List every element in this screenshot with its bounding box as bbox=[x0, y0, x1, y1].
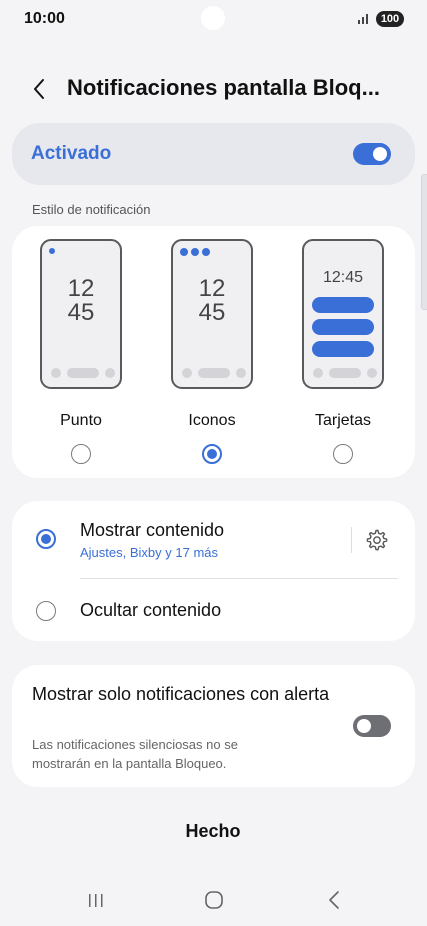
preview-clock: 12 45 bbox=[198, 275, 226, 326]
battery-icon: 100 bbox=[376, 11, 404, 27]
style-option-iconos[interactable]: 12 45 Iconos bbox=[158, 226, 268, 478]
preview-clock: 12 45 bbox=[67, 275, 95, 326]
back-button[interactable] bbox=[22, 72, 56, 106]
style-option-tarjetas[interactable]: 12:45 Tarjetas bbox=[289, 226, 399, 478]
show-content-sublabel: Ajustes, Bixby y 17 más bbox=[80, 545, 218, 560]
nav-recents-button[interactable] bbox=[76, 886, 116, 914]
phone-preview-punto: 12 45 bbox=[40, 239, 122, 389]
alert-only-title: Mostrar solo notificaciones con alerta bbox=[32, 684, 330, 704]
style-radio-punto[interactable] bbox=[71, 444, 91, 464]
recents-icon bbox=[89, 894, 103, 907]
navigation-bar bbox=[0, 880, 427, 926]
hide-content-radio[interactable] bbox=[36, 601, 56, 621]
hide-content-label: Ocultar contenido bbox=[80, 600, 222, 620]
scroll-handle[interactable] bbox=[421, 174, 427, 310]
signal-icon bbox=[358, 14, 368, 24]
hide-content-row[interactable]: Ocultar contenido bbox=[12, 579, 415, 641]
page-title: Notificaciones pantalla Bloq... bbox=[67, 75, 380, 100]
master-toggle-label: Activado bbox=[31, 143, 112, 164]
back-icon bbox=[329, 891, 339, 909]
content-settings-button[interactable] bbox=[362, 525, 392, 555]
style-radio-tarjetas[interactable] bbox=[333, 444, 353, 464]
notification-card bbox=[312, 341, 374, 357]
divider bbox=[351, 527, 352, 553]
status-bar: 10:00 100 bbox=[0, 0, 427, 40]
alert-only-toggle[interactable] bbox=[353, 715, 391, 737]
notification-icons bbox=[180, 248, 210, 256]
gear-icon bbox=[366, 529, 388, 551]
style-radio-iconos[interactable] bbox=[202, 444, 222, 464]
style-section-label: Estilo de notificación bbox=[32, 202, 151, 217]
phone-preview-iconos: 12 45 bbox=[171, 239, 253, 389]
show-content-row[interactable]: Mostrar contenido Ajustes, Bixby y 17 má… bbox=[12, 501, 415, 579]
style-card: 12 45 Punto 12 45 Iconos 12:45 Tarjetas bbox=[12, 226, 415, 478]
done-button[interactable]: Hecho bbox=[163, 813, 263, 849]
content-card: Mostrar contenido Ajustes, Bixby y 17 má… bbox=[12, 501, 415, 641]
style-option-label: Punto bbox=[60, 412, 102, 429]
preview-clock: 12:45 bbox=[322, 269, 364, 286]
notification-card bbox=[312, 319, 374, 335]
notification-dot-icon bbox=[49, 248, 55, 254]
nav-home-button[interactable] bbox=[194, 886, 234, 914]
nav-back-button[interactable] bbox=[314, 886, 354, 914]
show-content-radio[interactable] bbox=[36, 529, 56, 549]
style-option-label: Iconos bbox=[188, 412, 236, 429]
home-icon bbox=[205, 891, 223, 909]
phone-preview-tarjetas: 12:45 bbox=[302, 239, 384, 389]
notification-card bbox=[312, 297, 374, 313]
chevron-left-icon bbox=[34, 79, 44, 99]
show-content-label: Mostrar contenido bbox=[80, 520, 225, 540]
alert-only-row[interactable]: Mostrar solo notificaciones con alerta L… bbox=[12, 665, 415, 787]
header: Notificaciones pantalla Bloq... bbox=[0, 62, 427, 116]
status-time: 10:00 bbox=[24, 10, 65, 27]
style-option-label: Tarjetas bbox=[314, 412, 372, 429]
master-toggle-switch[interactable] bbox=[353, 143, 391, 165]
master-toggle-row[interactable]: Activado bbox=[12, 123, 415, 185]
camera-cutout bbox=[201, 6, 225, 30]
alert-only-description: Las notificaciones silenciosas no se mos… bbox=[32, 737, 238, 771]
style-option-punto[interactable]: 12 45 Punto bbox=[27, 226, 137, 478]
